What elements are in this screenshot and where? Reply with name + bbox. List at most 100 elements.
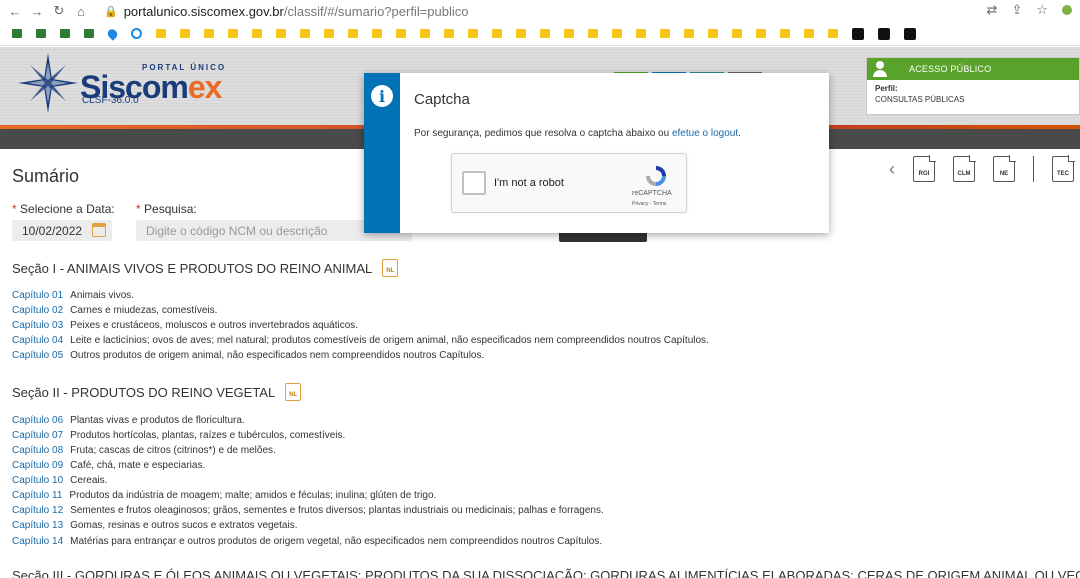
folder-icon[interactable] <box>588 29 598 38</box>
chapter-link[interactable]: Capítulo 08 <box>12 445 63 456</box>
chapter-row: Capítulo 12 Sementes e frutos oleaginosos… <box>12 505 604 516</box>
section-title-text: Seção II - PRODUTOS DO REINO VEGETAL <box>12 384 276 400</box>
logo-text-b: ex <box>187 69 223 105</box>
chevron-left-icon[interactable]: ‹ <box>889 159 895 180</box>
chapter-link[interactable]: Capítulo 11 <box>12 490 62 501</box>
globe-icon[interactable] <box>131 28 142 39</box>
recaptcha-widget: I'm not a robot reCAPTCHA Privacy - Term… <box>451 153 687 213</box>
folder-icon[interactable] <box>636 29 646 38</box>
star-logo-icon <box>18 53 78 113</box>
chapter-link[interactable]: Capítulo 10 <box>12 475 63 486</box>
star-icon[interactable]: ☆ <box>1036 2 1048 18</box>
recaptcha-terms-link[interactable]: Privacy - Terms <box>632 201 666 207</box>
chapter-desc: Café, chá, mate e especiarias. <box>70 460 206 471</box>
home-icon[interactable]: ⌂ <box>70 0 92 22</box>
folder-icon[interactable] <box>468 29 478 38</box>
bookmark-icon[interactable] <box>60 29 70 38</box>
nl-document-icon[interactable]: NL <box>382 259 399 277</box>
folder-icon[interactable] <box>228 29 238 38</box>
chapter-desc: Carnes e miudezas, comestíveis. <box>70 305 218 316</box>
bookmark-icon[interactable] <box>84 29 94 38</box>
folder-icon[interactable] <box>804 29 814 38</box>
bookmark-icon[interactable] <box>36 29 46 38</box>
folder-icon[interactable] <box>540 29 550 38</box>
address-bar[interactable]: portalunico.siscomex.gov.br/classif/#/su… <box>124 4 469 19</box>
folder-icon[interactable] <box>492 29 502 38</box>
chapter-link[interactable]: Capítulo 13 <box>12 520 63 531</box>
chapter-link[interactable]: Capítulo 12 <box>12 505 63 516</box>
bookmark-icon[interactable] <box>12 29 22 38</box>
clm-document-icon[interactable]: CLM <box>953 155 976 182</box>
maps-pin-icon[interactable] <box>105 26 120 41</box>
tiktok-icon[interactable] <box>852 27 864 40</box>
folder-icon[interactable] <box>396 29 406 38</box>
share-icon[interactable]: ⇪ <box>1011 2 1022 18</box>
back-arrow-icon[interactable]: ← <box>4 0 26 22</box>
folder-icon[interactable] <box>156 29 166 38</box>
chapter-link[interactable]: Capítulo 03 <box>12 320 63 331</box>
modal-body: Captcha Por segurança, pedimos que resol… <box>400 73 829 233</box>
section-title-text: Seção III - GORDURAS E ÓLEOS ANIMAIS OU … <box>12 568 1080 578</box>
folder-icon[interactable] <box>180 29 190 38</box>
chapter-link[interactable]: Capítulo 02 <box>12 305 63 316</box>
recaptcha-logo-icon <box>646 166 666 186</box>
folder-icon[interactable] <box>300 29 310 38</box>
chapter-row: Capítulo 08 Fruta; cascas de citros (citr… <box>12 445 276 456</box>
tiktok-icon[interactable] <box>904 27 916 40</box>
chapter-link[interactable]: Capítulo 06 <box>12 415 63 426</box>
folder-icon[interactable] <box>684 29 694 38</box>
chapter-link[interactable]: Capítulo 14 <box>12 536 63 547</box>
reload-icon[interactable]: ↻ <box>48 0 70 22</box>
folder-icon[interactable] <box>612 29 622 38</box>
folder-icon[interactable] <box>828 29 838 38</box>
chapter-desc: Plantas vivas e produtos de floricultura… <box>70 415 245 426</box>
folder-icon[interactable] <box>780 29 790 38</box>
folder-icon[interactable] <box>660 29 670 38</box>
chapter-link[interactable]: Capítulo 09 <box>12 460 63 471</box>
chapter-link[interactable]: Capítulo 01 <box>12 290 63 301</box>
folder-icon[interactable] <box>348 29 358 38</box>
folder-icon[interactable] <box>732 29 742 38</box>
access-title: ACESSO PÚBLICO <box>909 64 992 74</box>
folder-icon[interactable] <box>516 29 526 38</box>
folder-icon[interactable] <box>372 29 382 38</box>
logout-link[interactable]: efetue o logout <box>672 128 738 139</box>
version-label: CLSF-36.0.0 <box>82 95 139 106</box>
document-icons: ‹ RGI CLM NE TEC <box>889 155 1075 182</box>
ne-document-icon[interactable]: NE <box>993 155 1016 182</box>
chapter-row: Capítulo 02 Carnes e miudezas, comestívei… <box>12 305 217 316</box>
tec-document-icon[interactable]: TEC <box>1052 155 1075 182</box>
folder-icon[interactable] <box>252 29 262 38</box>
profile-header: ACESSO PÚBLICO <box>867 58 1079 80</box>
tiktok-icon[interactable] <box>878 27 890 40</box>
extension-icon[interactable] <box>1062 5 1072 15</box>
url-path: /classif/#/sumario?perfil=publico <box>283 3 469 19</box>
chapter-desc: Peixes e crustáceos, moluscos e outros i… <box>70 320 359 331</box>
folder-icon[interactable] <box>276 29 286 38</box>
folder-icon[interactable] <box>324 29 334 38</box>
search-placeholder: Digite o código NCM ou descrição <box>146 223 328 238</box>
folder-icon[interactable] <box>204 29 214 38</box>
folder-icon[interactable] <box>420 29 430 38</box>
nl-document-icon[interactable]: NL <box>285 383 302 401</box>
folder-icon[interactable] <box>564 29 574 38</box>
chapter-link[interactable]: Capítulo 04 <box>12 335 63 346</box>
chapter-link[interactable]: Capítulo 05 <box>12 350 63 361</box>
rgi-document-icon[interactable]: RGI <box>913 155 936 182</box>
browser-toolbar: ← → ↻ ⌂ 🔒 portalunico.siscomex.gov.br/cl… <box>0 0 1080 22</box>
chapter-desc: Fruta; cascas de citros (citrinos*) e de… <box>70 445 276 456</box>
folder-icon[interactable] <box>708 29 718 38</box>
date-input[interactable]: 10/02/2022 <box>12 220 112 241</box>
page-title: Sumário <box>12 166 80 186</box>
calendar-icon[interactable] <box>92 223 106 237</box>
chapter-row: Capítulo 03 Peixes e crustáceos, moluscos… <box>12 320 358 331</box>
chapter-desc: Outros produtos de origem animal, não es… <box>70 350 485 361</box>
chapter-row: Capítulo 13 Gomas, resinas e outros sucos… <box>12 520 298 531</box>
recaptcha-checkbox[interactable] <box>462 171 486 195</box>
folder-icon[interactable] <box>756 29 766 38</box>
folder-icon[interactable] <box>444 29 454 38</box>
forward-arrow-icon[interactable]: → <box>26 0 48 22</box>
chapter-row: Capítulo 04 Leite e lacticínios; ovos de … <box>12 335 709 346</box>
translate-icon[interactable]: ⇄ <box>987 2 998 18</box>
chapter-link[interactable]: Capítulo 07 <box>12 430 63 441</box>
